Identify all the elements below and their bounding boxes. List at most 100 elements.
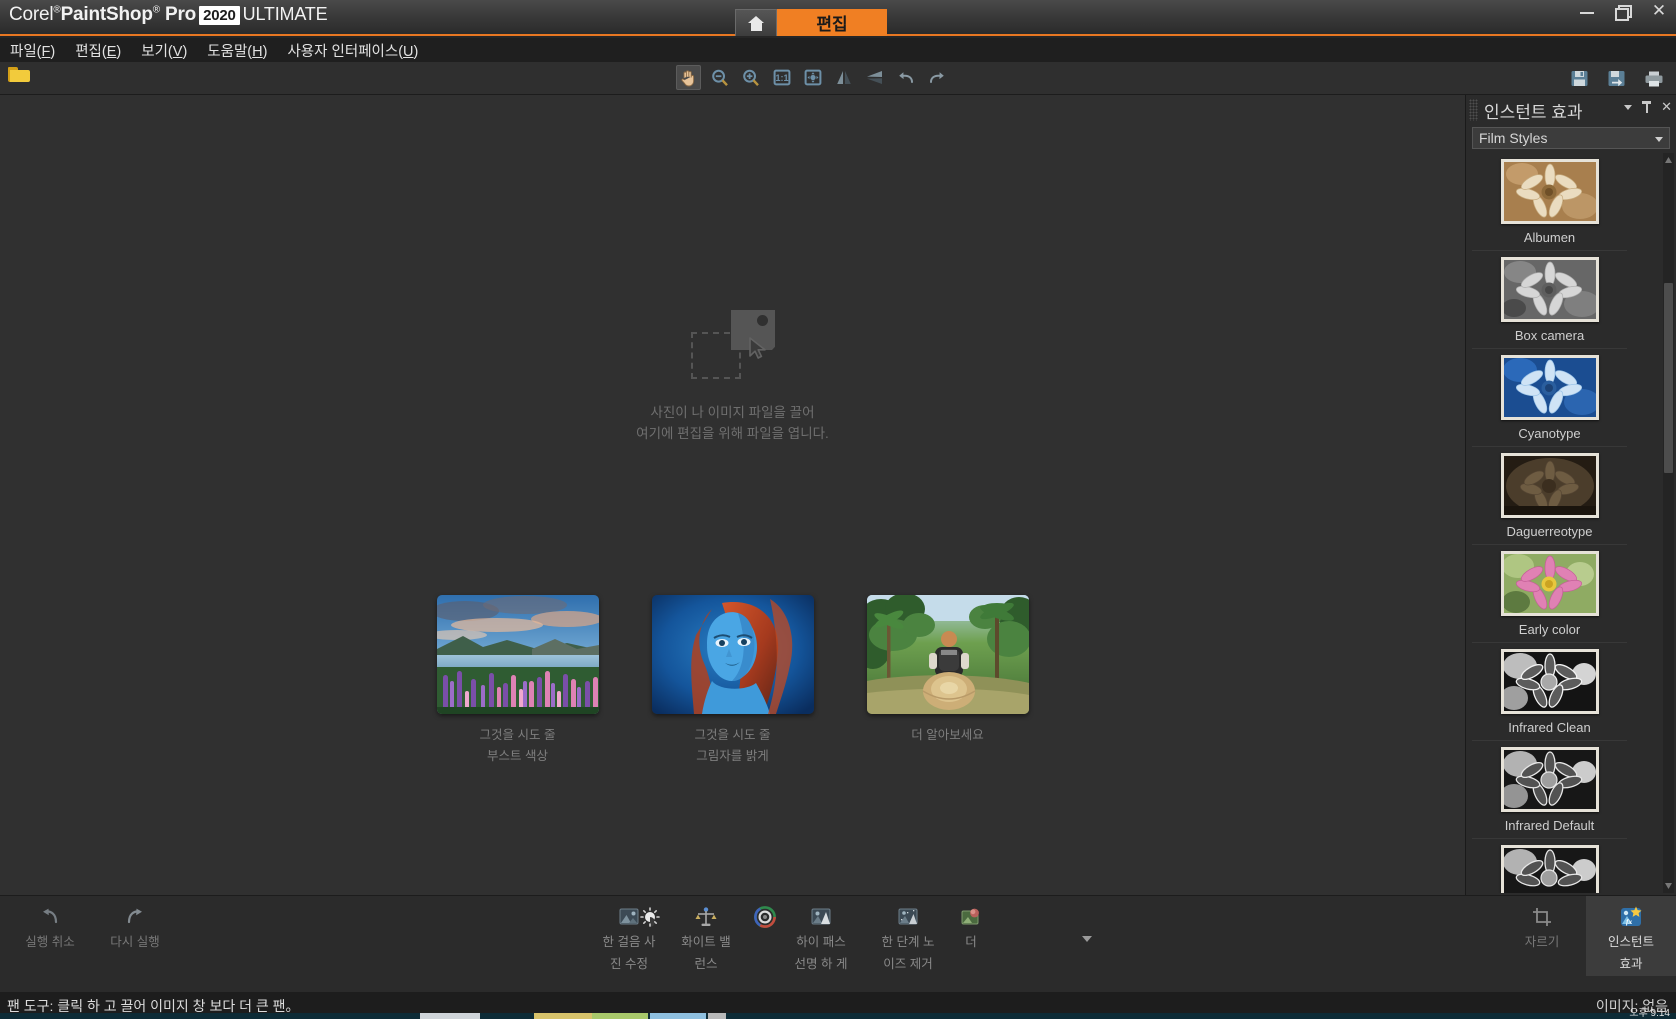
noise-removal-label-1: 한 단계 노	[881, 935, 935, 949]
file-actions-group	[1567, 66, 1666, 91]
menu-user-interface[interactable]: 사용자 인터페이스(U)	[287, 40, 418, 61]
close-icon[interactable]: ✕	[1661, 100, 1672, 113]
scroll-up-icon[interactable]	[1664, 155, 1673, 165]
taskbar-item[interactable]	[708, 1013, 726, 1019]
boost-color-card[interactable]: 그것을 시도 줄 부스트 색상	[436, 595, 599, 767]
white-balance-label-1: 화이트 밸	[681, 935, 731, 949]
zoom-out-button[interactable]	[707, 65, 732, 90]
tab-edit[interactable]: 편집	[777, 9, 887, 36]
effect-item-daguerreotype[interactable]: Daguerreotype	[1472, 447, 1627, 545]
effect-thumbnail	[1500, 159, 1599, 224]
white-balance-action[interactable]: 화이트 밸 런스	[668, 904, 744, 974]
color-wheel-action[interactable]	[748, 904, 782, 930]
undo-label: 실행 취소	[25, 935, 75, 949]
panel-title: 인스턴트 효과	[1484, 102, 1583, 122]
bottom-toolbar: 실행 취소 다시 실행 한 걸음 사 진 수정 화이트 밸 런스 하이 패스 선…	[0, 895, 1676, 992]
undo-button[interactable]	[893, 65, 918, 90]
menu-file[interactable]: 파일(F)	[10, 40, 55, 61]
flip-vertical-icon	[867, 71, 882, 84]
undo-action[interactable]: 실행 취소	[12, 904, 88, 952]
floppy-arrow-icon	[1608, 71, 1625, 87]
more-tools-action[interactable]: 더	[951, 904, 991, 952]
effect-category-select[interactable]: Film Styles	[1472, 127, 1670, 149]
menu-help[interactable]: 도움말(H)	[207, 40, 267, 61]
brighten-shadows-thumbnail	[651, 595, 814, 714]
taskbar-item[interactable]	[534, 1013, 592, 1019]
instant-effects-label-1: 인스턴트	[1607, 935, 1654, 949]
scrollbar-thumb[interactable]	[1664, 283, 1673, 473]
redo-label: 다시 실행	[110, 935, 160, 949]
effect-item-infrared-default[interactable]: Infrared Default	[1472, 741, 1627, 839]
magnifier-plus-icon	[742, 69, 759, 86]
menu-view[interactable]: 보기(V)	[141, 40, 187, 61]
flip-vertical-button[interactable]	[862, 65, 887, 90]
instant-effects-action[interactable]: fx 인스턴트 효과	[1586, 896, 1676, 976]
effect-thumbnail	[1500, 257, 1599, 322]
highpass-icon	[783, 904, 859, 930]
effect-item-cyanotype[interactable]: Cyanotype	[1472, 349, 1627, 447]
taskbar-item[interactable]	[420, 1013, 480, 1019]
open-file-button[interactable]	[8, 67, 34, 89]
hand-icon	[681, 69, 695, 86]
close-button[interactable]: ✕	[1650, 2, 1668, 20]
minimize-button[interactable]	[1578, 2, 1596, 20]
effect-thumbnail	[1500, 453, 1599, 518]
taskbar-item[interactable]	[592, 1013, 648, 1019]
effect-item-box-camera[interactable]: Box camera	[1472, 251, 1627, 349]
redo-action[interactable]: 다시 실행	[97, 904, 173, 952]
fit-to-window-button[interactable]	[800, 65, 825, 90]
effects-list[interactable]: Albumen Box camera Cyanotype Daguerreoty…	[1472, 153, 1662, 893]
cursor-arrow-icon	[748, 337, 766, 359]
chevron-down-icon[interactable]	[1624, 104, 1633, 110]
redo-arrow-icon	[929, 71, 944, 83]
restore-button[interactable]	[1614, 2, 1632, 21]
more-label: 더	[965, 935, 977, 949]
effect-label: Daguerreotype	[1506, 524, 1593, 539]
effect-label: Infrared Default	[1504, 818, 1595, 833]
lupine-lake-image	[436, 595, 599, 714]
one-step-noise-removal-action[interactable]: 한 단계 노 이즈 제거	[870, 904, 946, 974]
boost-color-caption-line1: 그것을 시도 줄	[479, 728, 556, 742]
effect-item-early-color[interactable]: Early color	[1472, 545, 1627, 643]
scroll-down-icon[interactable]	[1664, 881, 1673, 891]
save-button[interactable]	[1567, 66, 1592, 91]
brightness-contrast-action[interactable]	[633, 904, 667, 930]
more-tools-chevron-icon[interactable]	[1082, 936, 1092, 942]
effect-item-partial[interactable]	[1472, 839, 1627, 893]
flip-horizontal-icon	[836, 71, 851, 84]
panel-drag-grip[interactable]	[1469, 99, 1478, 121]
brighten-shadows-caption: 그것을 시도 줄 그림자를 밝게	[652, 725, 814, 767]
noise-icon	[870, 904, 946, 930]
effect-item-infrared-clean[interactable]: Infrared Clean	[1472, 643, 1627, 741]
pan-tool-button[interactable]	[676, 65, 701, 90]
blue-flower-image	[1503, 358, 1596, 417]
empty-state-line1: 사진이 나 이미지 파일을 끌어	[650, 405, 815, 420]
save-as-button[interactable]	[1604, 66, 1629, 91]
crop-action[interactable]: 자르기	[1504, 904, 1580, 952]
menu-edit[interactable]: 편집(E)	[75, 40, 121, 61]
taskbar-item[interactable]	[650, 1013, 706, 1019]
high-pass-sharpen-action[interactable]: 하이 패스 선명 하 게	[783, 904, 859, 974]
effects-scrollbar[interactable]	[1663, 153, 1674, 893]
infrared-flower-2-image	[1503, 750, 1596, 809]
flip-horizontal-button[interactable]	[831, 65, 856, 90]
zoom-in-button[interactable]	[738, 65, 763, 90]
effect-item-albumen[interactable]: Albumen	[1472, 153, 1627, 251]
high-pass-label-1: 하이 패스	[796, 935, 846, 949]
actual-size-button[interactable]: 1:1	[769, 65, 794, 90]
boost-color-caption: 그것을 시도 줄 부스트 색상	[437, 725, 599, 767]
tab-home[interactable]	[735, 9, 777, 36]
crop-icon	[1504, 904, 1580, 930]
learn-more-card[interactable]: 더 알아보세요	[866, 595, 1029, 767]
brighten-shadows-card[interactable]: 그것을 시도 줄 그림자를 밝게	[651, 595, 814, 767]
undo-arc-icon	[12, 904, 88, 930]
canvas-workspace[interactable]: 사진이 나 이미지 파일을 끌어 여기에 편집을 위해 파일을 엽니다. 그것을…	[0, 95, 1465, 895]
print-button[interactable]	[1641, 66, 1666, 91]
high-pass-label-2: 선명 하 게	[794, 957, 848, 971]
title-bar: Corel®PaintShop® Pro 2020 ULTIMATE 편집 ✕	[0, 0, 1676, 36]
pin-icon[interactable]	[1642, 101, 1652, 113]
home-icon	[747, 15, 765, 31]
panel-header-controls: ✕	[1624, 100, 1672, 113]
brand-corel: Corel	[9, 4, 54, 25]
redo-button[interactable]	[924, 65, 949, 90]
